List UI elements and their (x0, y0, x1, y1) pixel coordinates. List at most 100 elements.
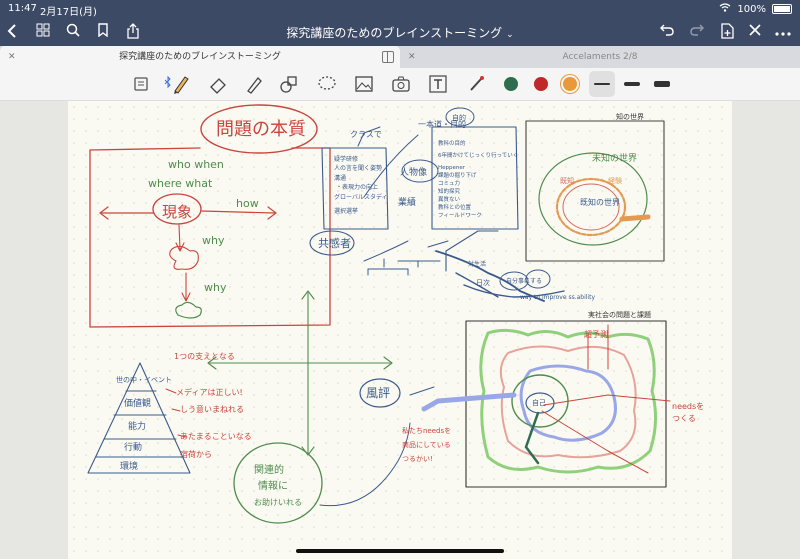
unknown-world-label: 未知の世界 (592, 152, 637, 164)
color-swatch-green[interactable] (504, 77, 518, 91)
status-bar: 11:47 2月17日(月) 100% (0, 0, 800, 18)
where-what-label: where what (148, 177, 213, 190)
right-list-item: Heppener (438, 165, 466, 171)
sympathizer-label: 共感者 (318, 237, 351, 250)
daily-label: 日次 (476, 278, 490, 287)
bluetooth-icon (157, 73, 171, 95)
right-list-item: 異質ない (438, 195, 461, 203)
goal-label: 自的 (452, 113, 466, 122)
known-world-label: 既知の世界 (580, 197, 620, 207)
pyramid-annotation: 1つの支えとなる (174, 351, 235, 361)
right-list-item: フィールドワーク (438, 212, 482, 219)
tab-label: Accelaments 2/8 (562, 52, 638, 62)
right-list-item: 知的探究 (438, 187, 461, 195)
how-label: how (236, 197, 259, 210)
text-tool-icon[interactable] (427, 73, 449, 95)
stroke-thin[interactable] (594, 83, 610, 85)
blue-list-item: 人の言を聞く姿勢 (334, 164, 382, 172)
navigation-bar: 探究講座のためのブレインストーミング ⌄ (0, 18, 800, 46)
split-view-icon[interactable] (382, 51, 394, 63)
pyramid-level: 世の中・イベント (116, 375, 172, 384)
stroke-medium[interactable] (624, 82, 640, 86)
more-icon[interactable] (774, 23, 792, 41)
blue-list-item: 選択選挙 (334, 207, 358, 215)
green-red-box-labels: who when where what how why why (148, 158, 259, 294)
color-swatch-red[interactable] (534, 77, 548, 91)
clock-time: 11:47 (8, 3, 37, 14)
blue-list-item: グローバルスタディ (334, 193, 388, 201)
pen-tool-icon[interactable] (170, 73, 192, 95)
person-label: 人物像 (400, 166, 427, 178)
experience-ring-label: 経験 (608, 176, 622, 185)
clock-date: 2月17日(月) (40, 7, 97, 18)
handwritten-ink: 問題の本質 現象 who when where what how why why… (87, 104, 704, 524)
right-list-item: 課題の掘り下げ (438, 171, 477, 179)
pyramid-note: しう意いまねれる (180, 404, 244, 414)
tab-bar: ✕ 探究講座のためのブレインストーミング ✕ Accelaments 2/8 (0, 46, 800, 68)
top-right-section (525, 120, 665, 262)
green-text: 情報に (258, 479, 288, 492)
blue-list: クラスで 疑学研修 人の言を聞く姿勢 溝通 ・表現力の向上 グローバルスタディ … (334, 130, 388, 215)
pyramid-level: 価値観 (124, 397, 151, 409)
blue-list-item: 溝通 (334, 174, 346, 182)
pyramid-level: 能力 (128, 420, 146, 432)
pyramid-level: 環境 (120, 460, 138, 472)
battery-percent: 100% (737, 3, 766, 15)
life-label: 対生活 (468, 260, 486, 268)
status-right: 100% (719, 3, 792, 15)
camera-tool-icon[interactable] (390, 73, 412, 95)
home-indicator[interactable] (296, 549, 504, 553)
chevron-down-icon: ⌄ (506, 30, 514, 40)
highlighter-tool-icon[interactable] (242, 73, 264, 95)
achievement-label: 業績 (398, 196, 416, 208)
self-label: 自己 (532, 398, 546, 407)
shapes-tool-icon[interactable] (278, 73, 300, 95)
tab-brainstorming[interactable]: ✕ 探究講座のためのブレインストーミング (0, 46, 400, 68)
eraser-tool-icon[interactable] (207, 73, 229, 95)
knowledge-world-label: 知の世界 (616, 112, 644, 121)
tab-accelaments[interactable]: ✕ Accelaments 2/8 (400, 46, 800, 68)
green-circle-text: 関連的 情報に お助けいれる (254, 463, 302, 507)
improve-ability-label: way to improve ss.ability (520, 294, 595, 301)
green-text: お助けいれる (254, 497, 302, 507)
problem-essence-title: 問題の本質 (216, 119, 306, 140)
self-matter-label: 自分事にする (506, 277, 542, 285)
stroke-thick[interactable] (654, 81, 670, 87)
right-list-item: 教科との位置 (438, 203, 471, 211)
phenomenon-label: 現象 (162, 203, 192, 221)
document-title: 探究講座のためのブレインストーミング (286, 26, 503, 40)
image-tool-icon[interactable] (353, 73, 375, 95)
class-label: クラスで (350, 130, 382, 139)
right-list-item: 教科の目的 (438, 139, 466, 147)
undo-icon[interactable] (658, 23, 676, 41)
color-swatch-orange-selected[interactable] (563, 77, 577, 91)
read-mode-icon[interactable] (131, 73, 153, 95)
lasso-tool-icon[interactable] (316, 73, 338, 95)
close-tools-icon[interactable] (746, 23, 764, 41)
document-title-menu[interactable]: 探究講座のためのブレインストーミング ⌄ (0, 24, 800, 41)
pyramid-note: 宿荷から (180, 449, 212, 459)
battery-icon (772, 4, 792, 14)
reputation-label: 風評 (366, 385, 390, 400)
add-page-icon[interactable] (718, 23, 736, 41)
pyramid-level: 行動 (124, 441, 142, 453)
laser-pointer-icon[interactable] (465, 73, 487, 95)
side-note-label: 超予測 (584, 329, 608, 339)
create-needs-note: needsを (672, 402, 704, 411)
real-society-label: 実社会の問題と課題 (588, 310, 651, 319)
why-label-1: why (202, 234, 225, 247)
right-list-item: コミュ力 (438, 179, 460, 187)
wifi-icon (719, 3, 731, 15)
top-right-labels: 知の世界 未知の世界 既知 経験 既知の世界 (560, 112, 644, 207)
tab-label: 探究講座のためのブレインストーミング (119, 52, 281, 62)
needs-note: 私たちneedsを (402, 426, 451, 435)
pyramid-note: メディアは正しい! (176, 387, 243, 397)
known-ring-label: 既知 (560, 176, 574, 185)
redo-icon[interactable] (688, 23, 706, 41)
blue-list-item: ・表現力の向上 (336, 183, 378, 191)
green-text: 関連的 (254, 463, 284, 476)
needs-note: 商品にしている (402, 440, 451, 449)
right-list-item: 6年間かけてじっくり行っていく (438, 151, 518, 159)
green-cross (207, 290, 393, 456)
drawing-toolbar (0, 68, 800, 101)
